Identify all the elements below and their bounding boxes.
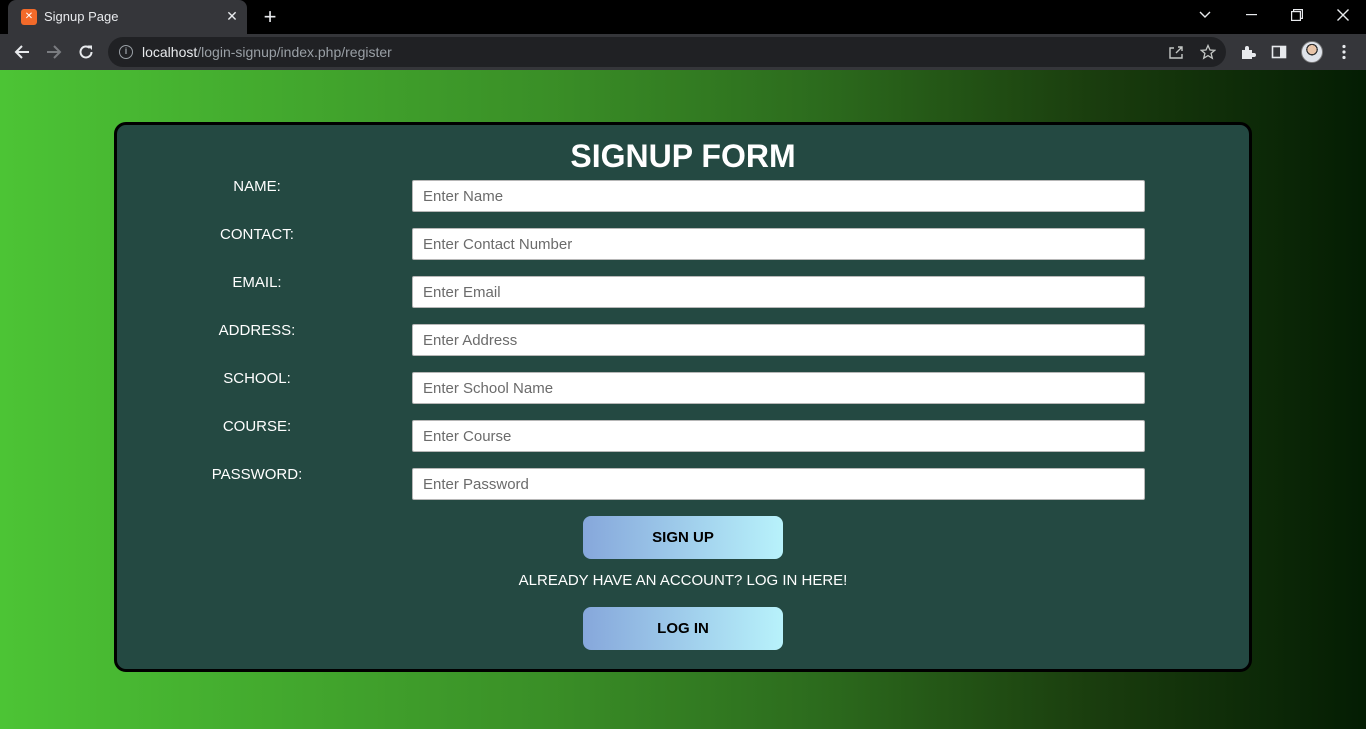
name-input[interactable] [412,180,1145,212]
info-icon[interactable]: i [119,45,133,59]
course-label: COURSE: [222,418,292,435]
email-input[interactable] [412,276,1145,308]
star-icon[interactable] [1198,42,1218,62]
login-prompt-text: ALREADY HAVE AN ACCOUNT? LOG IN HERE! [518,572,848,589]
address-input[interactable] [412,324,1145,356]
menu-icon[interactable] [1333,41,1355,63]
email-row: EMAIL: [117,274,1249,308]
school-row: SCHOOL: [117,370,1249,404]
back-icon[interactable] [8,38,36,66]
email-label: EMAIL: [232,274,282,291]
extensions-icon[interactable] [1237,41,1259,63]
page-title: SIGNUP FORM [570,138,796,174]
tab-close-icon[interactable]: ✕ [223,7,241,25]
password-input[interactable] [412,468,1145,500]
login-button[interactable]: LOG IN [583,607,783,650]
contact-label: CONTACT: [220,226,294,243]
xampp-favicon-icon: ✕ [21,9,37,25]
close-window-icon[interactable] [1320,0,1366,30]
reload-icon[interactable] [72,38,100,66]
restore-icon[interactable] [1274,0,1320,30]
browser-toolbar: i localhost/login-signup/index.php/regis… [0,34,1366,70]
profile-avatar[interactable] [1301,41,1323,63]
forward-icon[interactable] [40,38,68,66]
password-label: PASSWORD: [211,466,303,483]
address-row: ADDRESS: [117,322,1249,356]
school-input[interactable] [412,372,1145,404]
password-row: PASSWORD: [117,466,1249,500]
name-label: NAME: [233,178,281,195]
browser-tab-strip: ✕ Signup Page ✕ + [0,0,1366,34]
address-label: ADDRESS: [218,322,296,339]
url-host: localhost [142,44,198,60]
url-path: /login-signup/index.php/register [197,44,392,60]
new-tab-icon[interactable]: + [258,5,282,29]
minimize-icon[interactable] [1228,0,1274,30]
url-text: localhost/login-signup/index.php/registe… [142,44,392,60]
name-row: NAME: [117,178,1249,212]
tab-title: Signup Page [44,9,119,24]
signup-card: SIGNUP FORM NAME: CONTACT: EMAIL: ADDRES… [114,122,1252,672]
course-row: COURSE: [117,418,1249,452]
address-bar[interactable]: i localhost/login-signup/index.php/regis… [108,37,1226,67]
contact-row: CONTACT: [117,226,1249,260]
share-icon[interactable] [1166,42,1186,62]
signup-button[interactable]: SIGN UP [583,516,783,559]
page-viewport: SIGNUP FORM NAME: CONTACT: EMAIL: ADDRES… [0,70,1366,729]
browser-tab[interactable]: ✕ Signup Page ✕ [8,0,247,34]
course-input[interactable] [412,420,1145,452]
school-label: SCHOOL: [223,370,291,387]
tab-search-icon[interactable] [1182,0,1228,30]
side-panel-icon[interactable] [1268,41,1290,63]
contact-input[interactable] [412,228,1145,260]
